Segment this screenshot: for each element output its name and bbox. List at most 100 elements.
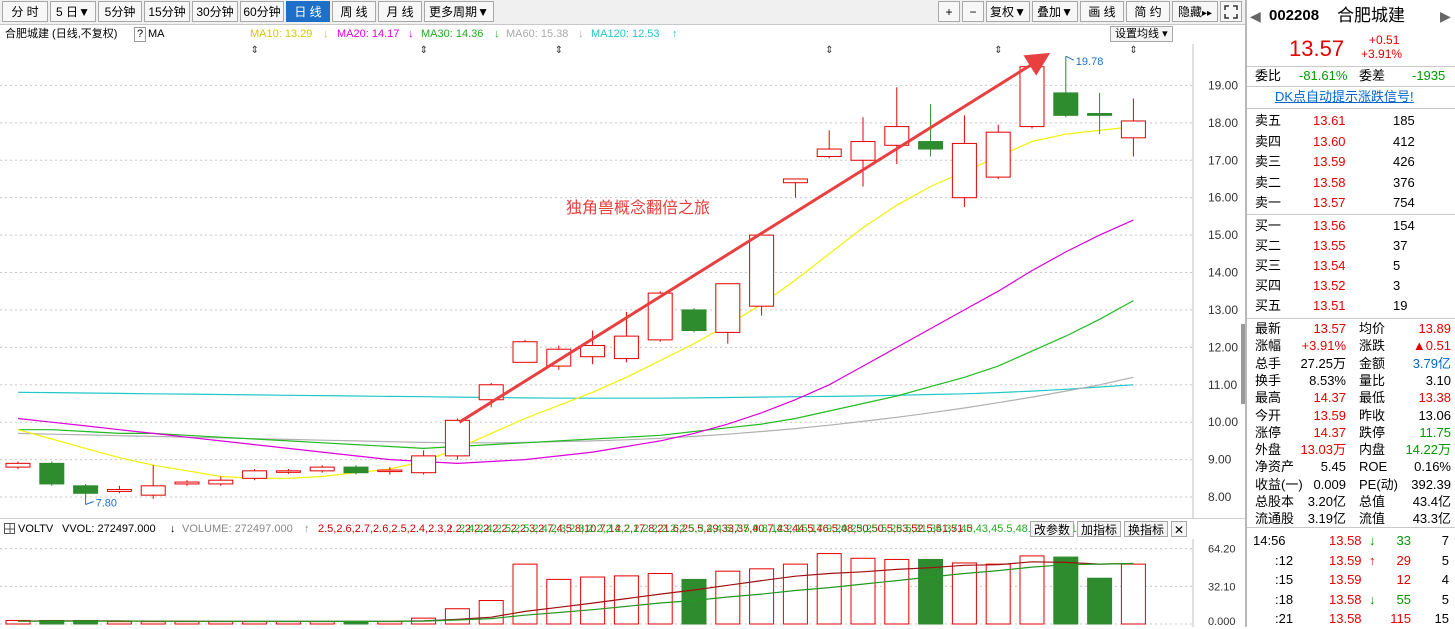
volume-bar[interactable] [343, 621, 369, 625]
chevron-left-icon[interactable]: ◀ [1250, 5, 1261, 27]
candle[interactable] [444, 418, 470, 460]
candle[interactable] [140, 465, 166, 499]
grid-icon [4, 523, 15, 534]
tab-5min[interactable]: 5分钟 [98, 1, 142, 22]
candle[interactable] [647, 291, 673, 342]
volume-bar[interactable] [580, 576, 606, 625]
candle-body [681, 309, 707, 332]
candle[interactable] [208, 476, 234, 486]
candle[interactable] [985, 124, 1011, 179]
candle[interactable] [411, 450, 437, 475]
stock-name: 合肥城建 [1337, 6, 1405, 25]
volume-bar[interactable] [1053, 556, 1079, 625]
volume-bar[interactable] [275, 621, 301, 625]
event-marker-icon[interactable]: ⇕ [1129, 45, 1137, 56]
tab-weekly[interactable]: 周 线 [332, 1, 376, 22]
help-icon[interactable]: ? [134, 27, 147, 42]
event-marker-icon[interactable]: ⇕ [825, 45, 833, 56]
volume-bar[interactable] [647, 573, 673, 625]
candle[interactable] [1019, 64, 1045, 129]
volume-bar[interactable] [444, 608, 470, 625]
candle[interactable] [5, 461, 31, 469]
tab-monthly[interactable]: 月 线 [378, 1, 422, 22]
add-indicator-button[interactable]: 加指标 [1077, 521, 1121, 537]
min-price-label: 7.80 [96, 498, 117, 510]
candle[interactable] [377, 467, 403, 475]
close-icon[interactable]: ✕ [1171, 521, 1187, 537]
volume-bar[interactable] [749, 568, 775, 625]
simple-button[interactable]: 简 约 [1126, 1, 1170, 22]
fullscreen-button[interactable] [1220, 1, 1242, 22]
candle[interactable] [174, 480, 200, 486]
candle[interactable] [782, 178, 808, 198]
candle-body [782, 178, 808, 184]
candle[interactable] [918, 104, 944, 157]
candle[interactable] [1087, 92, 1113, 135]
tick-row: :21 13.58 115 15 [1247, 609, 1455, 629]
event-marker-icon[interactable]: ⇕ [555, 45, 563, 56]
event-marker-icon[interactable]: ⇕ [251, 45, 259, 56]
candle[interactable] [39, 461, 65, 486]
dk-signal-link[interactable]: DK点自动提示涨跌信号! [1275, 87, 1414, 107]
candle[interactable] [275, 468, 301, 474]
candle[interactable] [1120, 98, 1146, 157]
current-price: 13.57 [1289, 36, 1345, 61]
candle[interactable] [309, 465, 335, 473]
candle[interactable] [512, 339, 538, 363]
volume-bar[interactable] [1120, 563, 1146, 625]
candle[interactable] [1053, 56, 1079, 118]
volume-bar[interactable] [377, 621, 403, 625]
volume-bar[interactable] [140, 621, 166, 625]
event-marker-icon[interactable]: ⇕ [420, 45, 428, 56]
adjust-button[interactable]: 复权▼ [986, 1, 1030, 22]
tab-5day[interactable]: 5 日▼ [50, 1, 96, 22]
tab-daily[interactable]: 日 线 [286, 1, 330, 22]
quote-header: ◀ 002208 合肥城建 ▶ [1247, 5, 1455, 27]
hide-button[interactable]: 隐藏▸▸ [1172, 1, 1218, 22]
volume-bar[interactable] [478, 600, 504, 625]
candle[interactable] [951, 115, 977, 208]
candle[interactable] [580, 330, 606, 365]
y-tick-label: 18.00 [1208, 116, 1238, 130]
candle[interactable] [715, 283, 741, 344]
chevron-right-icon[interactable]: ▶ [1440, 5, 1451, 27]
volume-bar[interactable] [850, 557, 876, 625]
overlay-button[interactable]: 叠加▼ [1032, 1, 1078, 22]
tab-30min[interactable]: 30分钟 [192, 1, 238, 22]
volume-bar[interactable] [546, 578, 572, 625]
candle[interactable] [749, 234, 775, 316]
edit-params-button[interactable]: 改参数 [1030, 521, 1074, 537]
tab-intraday[interactable]: 分 时 [2, 1, 48, 22]
volume-bar[interactable] [951, 562, 977, 625]
candle[interactable] [343, 465, 369, 475]
volume-bar[interactable] [309, 621, 335, 625]
candle[interactable] [106, 485, 132, 494]
candlestick-chart[interactable]: 19.00 18.00 17.00 16.00 15.00 14.00 13.00 12.00… [0, 44, 1245, 518]
switch-indicator-button[interactable]: 换指标 [1124, 521, 1168, 537]
zoom-in-button[interactable]: + [938, 1, 960, 22]
volume-bar[interactable] [106, 621, 132, 625]
volume-chart[interactable]: 64.20 32.10 0.000 [0, 539, 1245, 627]
zoom-out-button[interactable]: − [962, 1, 984, 22]
ma-settings-button[interactable]: 设置均线 ▾ [1110, 26, 1173, 42]
volume-bar[interactable] [208, 621, 234, 625]
candle[interactable] [816, 130, 842, 159]
volume-bar[interactable] [985, 563, 1011, 625]
tab-15min[interactable]: 15分钟 [144, 1, 190, 22]
tab-60min[interactable]: 60分钟 [240, 1, 284, 22]
tick-time: :12 [1275, 552, 1294, 568]
volume-bar[interactable] [174, 621, 200, 625]
volume-bar[interactable] [918, 558, 944, 625]
tab-more-periods[interactable]: 更多周期▼ [424, 1, 494, 22]
volume-bar[interactable] [242, 621, 268, 625]
candle[interactable] [73, 483, 99, 505]
candle[interactable] [242, 468, 268, 481]
y-tick-label: 11.00 [1208, 378, 1237, 392]
event-marker-icon[interactable]: ⇕ [994, 45, 1002, 56]
volume-bar[interactable] [782, 563, 808, 625]
candle[interactable] [681, 308, 707, 333]
draw-line-button[interactable]: 画 线 [1080, 1, 1124, 22]
volume-bar[interactable] [1087, 577, 1113, 625]
stat-row: 最高 14.37 最低 13.38 [1247, 389, 1455, 406]
buy-order-row: 买三 13.54 5 [1247, 256, 1455, 276]
